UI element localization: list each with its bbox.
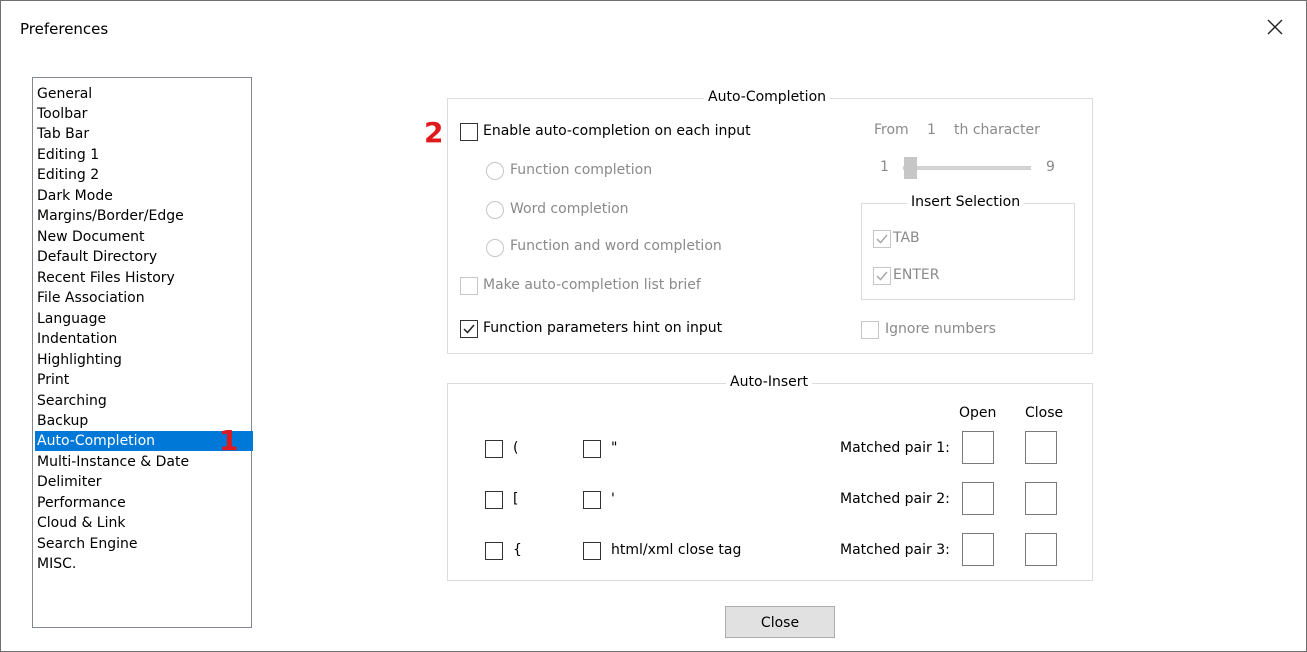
from-value: 1	[927, 122, 936, 138]
check-icon	[876, 234, 888, 244]
matched-pair-3-close-input[interactable]	[1025, 533, 1057, 566]
check-icon	[463, 324, 475, 334]
function-hint-checkbox[interactable]	[460, 320, 478, 338]
matched-pair-2-open-input[interactable]	[962, 482, 994, 515]
auto-completion-group-title: Auto-Completion	[704, 89, 831, 105]
from-label: From	[874, 122, 909, 138]
matched-pair-1-open-input[interactable]	[962, 431, 994, 464]
category-item[interactable]: Editing 2	[35, 165, 253, 185]
ignore-numbers-checkbox[interactable]	[861, 321, 879, 339]
brief-list-label: Make auto-completion list brief	[483, 277, 701, 293]
tab-label: TAB	[893, 230, 920, 246]
category-item[interactable]: Tab Bar	[35, 124, 253, 144]
matched-pair-2-label: Matched pair 2:	[840, 491, 950, 507]
category-item[interactable]: New Document	[35, 227, 253, 247]
category-item[interactable]: General	[35, 84, 253, 104]
bracket-label: [	[513, 491, 519, 507]
enable-auto-completion-label: Enable auto-completion on each input	[483, 123, 751, 139]
annotation-marker-2: 2	[424, 116, 444, 149]
dialog-title: Preferences	[20, 20, 109, 38]
insert-selection-group	[861, 203, 1075, 300]
category-item[interactable]: Language	[35, 309, 253, 329]
category-item[interactable]: MISC.	[35, 554, 253, 574]
matched-pair-3-open-input[interactable]	[962, 533, 994, 566]
function-and-word-completion-radio[interactable]	[486, 239, 504, 257]
brief-list-checkbox[interactable]	[460, 277, 478, 295]
bracket-checkbox[interactable]	[485, 491, 503, 509]
single-quote-checkbox[interactable]	[583, 491, 601, 509]
insert-selection-title: Insert Selection	[907, 194, 1025, 210]
character-slider-track[interactable]	[903, 166, 1031, 170]
brace-checkbox[interactable]	[485, 542, 503, 560]
word-completion-radio[interactable]	[486, 201, 504, 219]
category-list[interactable]: General Toolbar Tab Bar Editing 1 Editin…	[32, 77, 253, 628]
matched-pair-1-close-input[interactable]	[1025, 431, 1057, 464]
double-quote-checkbox[interactable]	[583, 440, 601, 458]
category-item[interactable]: Delimiter	[35, 472, 253, 492]
category-item[interactable]: Dark Mode	[35, 186, 253, 206]
html-xml-close-tag-checkbox[interactable]	[583, 542, 601, 560]
function-completion-label: Function completion	[510, 162, 653, 178]
category-item[interactable]: Recent Files History	[35, 268, 253, 288]
category-item[interactable]: Editing 1	[35, 145, 253, 165]
th-character-label: th character	[954, 122, 1040, 138]
function-and-word-completion-label: Function and word completion	[510, 238, 722, 254]
function-hint-label: Function parameters hint on input	[483, 320, 723, 336]
slider-min-label: 1	[880, 159, 889, 175]
category-item[interactable]: Cloud & Link	[35, 513, 253, 533]
brace-label: {	[513, 542, 522, 558]
word-completion-label: Word completion	[510, 201, 629, 217]
matched-pair-3-label: Matched pair 3:	[840, 542, 950, 558]
enter-label: ENTER	[893, 267, 940, 283]
category-item[interactable]: Searching	[35, 391, 253, 411]
close-icon[interactable]	[1263, 15, 1287, 39]
matched-pair-2-close-input[interactable]	[1025, 482, 1057, 515]
function-completion-radio[interactable]	[486, 162, 504, 180]
annotation-marker-1: 1	[219, 424, 239, 457]
single-quote-label: '	[611, 491, 615, 507]
category-item[interactable]: File Association	[35, 288, 253, 308]
enter-checkbox[interactable]	[873, 267, 891, 285]
html-xml-close-tag-label: html/xml close tag	[611, 542, 742, 558]
enable-auto-completion-checkbox[interactable]	[460, 123, 478, 141]
open-column-label: Open	[959, 405, 997, 421]
close-column-label: Close	[1025, 405, 1064, 421]
auto-insert-group-title: Auto-Insert	[726, 374, 812, 390]
tab-checkbox[interactable]	[873, 230, 891, 248]
character-slider-thumb[interactable]	[904, 157, 917, 179]
preferences-dialog: Preferences General Toolbar Tab Bar Edit…	[0, 0, 1307, 652]
category-item[interactable]: Indentation	[35, 329, 253, 349]
paren-label: (	[513, 440, 519, 456]
check-icon	[876, 271, 888, 281]
category-item[interactable]: Search Engine	[35, 534, 253, 554]
category-item[interactable]: Print	[35, 370, 253, 390]
ignore-numbers-label: Ignore numbers	[885, 321, 996, 337]
paren-checkbox[interactable]	[485, 440, 503, 458]
slider-max-label: 9	[1046, 159, 1055, 175]
category-item[interactable]: Default Directory	[35, 247, 253, 267]
category-item[interactable]: Highlighting	[35, 350, 253, 370]
double-quote-label: "	[611, 440, 618, 456]
category-item[interactable]: Performance	[35, 493, 253, 513]
category-item[interactable]: Toolbar	[35, 104, 253, 124]
category-item[interactable]: Margins/Border/Edge	[35, 206, 253, 226]
matched-pair-1-label: Matched pair 1:	[840, 440, 950, 456]
close-button[interactable]: Close	[725, 606, 835, 638]
